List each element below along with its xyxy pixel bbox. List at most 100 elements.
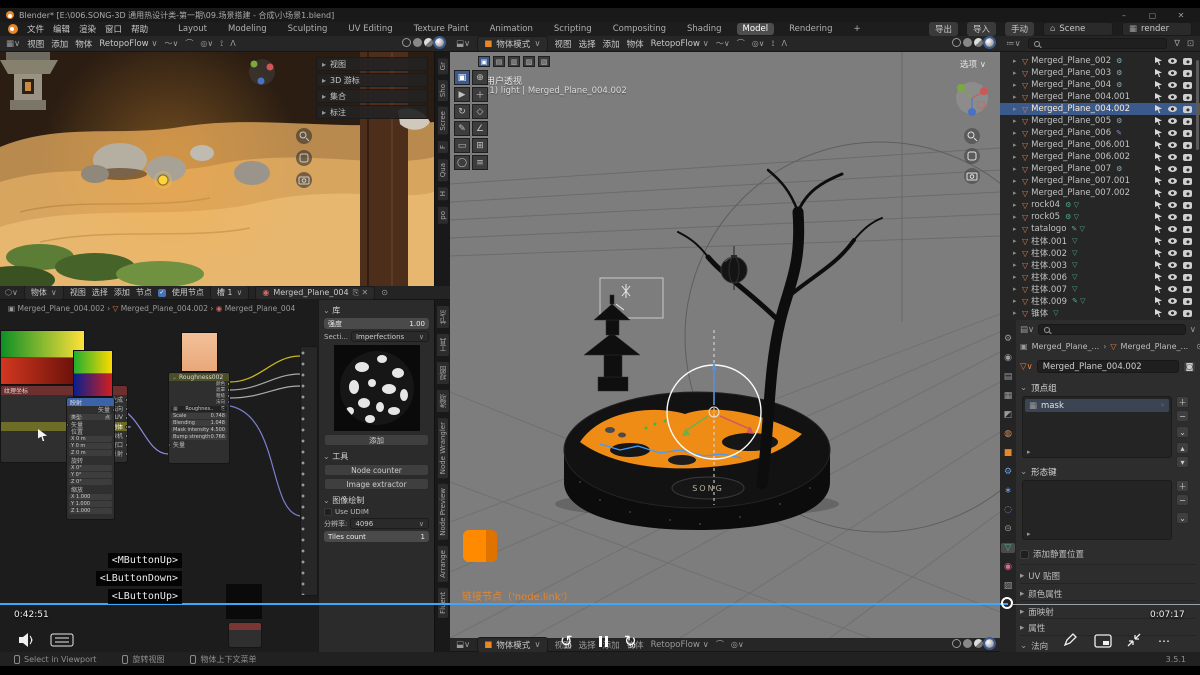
- view-menu[interactable]: 视图: [555, 38, 572, 50]
- workspace-tab-layout[interactable]: Layout: [172, 23, 213, 35]
- workspace-tab-texture-paint[interactable]: Texture Paint: [408, 23, 475, 35]
- outliner-row[interactable]: ▸▽Merged_Plane_006.001: [1000, 139, 1200, 151]
- tab-view-layer[interactable]: ▦: [1001, 391, 1015, 401]
- workspace-tab-scripting[interactable]: Scripting: [548, 23, 598, 35]
- panel-collections[interactable]: ▸集合: [316, 89, 428, 103]
- gizmo-toggle-icon[interactable]: ⟟: [772, 39, 775, 49]
- outliner-row[interactable]: ▸▽柱体.006▽: [1000, 271, 1200, 283]
- vertex-groups-section[interactable]: ⌄顶点组: [1020, 382, 1196, 394]
- image-paint-panel-header[interactable]: ⌄ 图像绘制: [323, 495, 430, 506]
- attributes-section-row[interactable]: ▸属性: [1020, 622, 1196, 634]
- main-3d-viewport[interactable]: SONG: [450, 52, 1000, 638]
- select-menu[interactable]: 选择: [579, 639, 596, 651]
- roughness-group-node[interactable]: ⌄Roughness002 颜色 遮罩 粗糙 法向 ▦Roughnes..⎘ S…: [168, 372, 230, 464]
- volume-icon[interactable]: [18, 632, 36, 648]
- rendered-preview-viewport[interactable]: ▸视图 ▸3D 游标 ▸集合 ▸标注: [0, 52, 434, 286]
- select-icon[interactable]: [1155, 57, 1162, 65]
- menu-edit[interactable]: 编辑: [53, 23, 70, 35]
- menu-window[interactable]: 窗口: [105, 23, 122, 35]
- tab-qua[interactable]: Qua: [438, 159, 448, 181]
- add-menu[interactable]: 添加: [603, 38, 620, 50]
- scene-selector[interactable]: ⌂Scene: [1043, 22, 1113, 36]
- menu-render[interactable]: 渲染: [79, 23, 96, 35]
- tab-scene[interactable]: ◩: [1001, 410, 1015, 420]
- overlay-toggle-icon[interactable]: Λ: [782, 39, 787, 48]
- library-panel-header[interactable]: ⌄ 库: [323, 305, 430, 316]
- tab-f[interactable]: F: [438, 141, 448, 153]
- image-extractor-button[interactable]: Image extractor: [324, 478, 429, 490]
- move-tool[interactable]: ＋: [472, 87, 488, 102]
- list-expand-icon[interactable]: ▸: [1027, 530, 1031, 538]
- snap-magnet-icon[interactable]: ⌒: [185, 38, 193, 49]
- tab-tool[interactable]: 工具: [437, 334, 449, 356]
- annotate-tool[interactable]: ✎: [454, 121, 470, 136]
- imperfection-preview-sphere[interactable]: [334, 345, 420, 431]
- color-attributes-section[interactable]: ▸颜色属性: [1020, 588, 1196, 600]
- outliner-row[interactable]: ▸▽tatalogo✎ ▽: [1000, 223, 1200, 235]
- tab-arrange[interactable]: Arrange: [438, 546, 448, 582]
- rewind-10-button[interactable]: ↺10: [560, 634, 573, 649]
- workspace-tab-modeling[interactable]: Modeling: [222, 23, 273, 35]
- editor-type-icon[interactable]: ⬓∨: [456, 640, 470, 650]
- vg-add-button[interactable]: ＋: [1176, 396, 1189, 408]
- rotate-tool[interactable]: ↻: [454, 104, 470, 119]
- export-button[interactable]: 导出: [929, 22, 958, 36]
- tab-modifiers[interactable]: ⚙: [1001, 467, 1015, 477]
- tab-po[interactable]: po: [438, 207, 448, 224]
- workspace-tab-sculpting[interactable]: Sculpting: [282, 23, 334, 35]
- render-visibility-icon[interactable]: [1183, 58, 1192, 65]
- import-button[interactable]: 导入: [967, 22, 996, 36]
- data-name-field[interactable]: Merged_Plane_004.002: [1037, 360, 1179, 373]
- circle-tool[interactable]: ◯: [454, 155, 470, 170]
- manual-button[interactable]: 手动: [1005, 22, 1034, 36]
- rest-position-checkbox[interactable]: [1020, 550, 1029, 559]
- video-progress-handle[interactable]: [1001, 597, 1013, 609]
- maximize-button[interactable]: ▢: [1139, 11, 1165, 20]
- preview-menu-object[interactable]: 物体: [75, 38, 92, 50]
- pencil-notes-icon[interactable]: [1062, 632, 1078, 648]
- shading-mode-buttons[interactable]: [950, 38, 994, 50]
- pause-button[interactable]: [597, 636, 609, 650]
- shield-icon[interactable]: ◙: [1183, 361, 1196, 373]
- outliner-row[interactable]: ▸▽Merged_Plane_003⚙: [1000, 67, 1200, 79]
- tab-particles[interactable]: ∗: [1001, 486, 1015, 496]
- shading-mode-buttons[interactable]: [400, 38, 444, 50]
- tab-h[interactable]: H: [438, 187, 448, 200]
- object-menu[interactable]: 物体: [627, 38, 644, 50]
- select-new-icon[interactable]: ▣: [478, 56, 490, 67]
- outliner-row[interactable]: ▸▽rock05⚙ ▽: [1000, 211, 1200, 223]
- retopoflow-menu[interactable]: RetopoFlow ∨: [651, 39, 709, 49]
- outliner[interactable]: ▸▽Merged_Plane_002⚙ ▸▽Merged_Plane_003⚙ …: [1000, 52, 1200, 320]
- panel-annotations[interactable]: ▸标注: [316, 105, 428, 119]
- preview-menu-view[interactable]: 视图: [27, 38, 44, 50]
- tab-object[interactable]: ■: [1001, 448, 1015, 458]
- vg-specials-button[interactable]: ⌄: [1176, 426, 1189, 438]
- proportional-edit-icon[interactable]: ◎∨: [200, 39, 213, 48]
- outliner-display-mode-icon[interactable]: ≔∨: [1006, 39, 1021, 49]
- preview-retopoflow-menu[interactable]: RetopoFlow ∨: [99, 39, 157, 49]
- editor-type-icon[interactable]: ⬓∨: [456, 39, 470, 49]
- pip-icon[interactable]: [1094, 634, 1112, 648]
- more-options-icon[interactable]: ⋯: [1158, 634, 1170, 648]
- forward-30-button[interactable]: ↻30: [624, 634, 637, 649]
- tab-tool[interactable]: ⚙: [1001, 334, 1015, 344]
- add-workspace-button[interactable]: +: [847, 23, 866, 35]
- pin-icon[interactable]: ⊙: [1196, 342, 1200, 351]
- select-menu[interactable]: 选择: [579, 38, 596, 50]
- snap-magnet-icon[interactable]: ⌒: [716, 639, 724, 650]
- tab-view[interactable]: 视图: [437, 362, 449, 384]
- tab-node-wrangler[interactable]: Node Wrangler: [438, 418, 448, 478]
- outliner-scrollbar[interactable]: [1196, 60, 1199, 150]
- close-button[interactable]: ✕: [1168, 11, 1194, 20]
- transform-orientation-icon[interactable]: 〜∨: [716, 38, 730, 49]
- outliner-row[interactable]: ▸▽柱体.009✎ ▽: [1000, 295, 1200, 307]
- properties-display-icon[interactable]: ▤∨: [1020, 325, 1034, 335]
- vg-remove-button[interactable]: −: [1176, 410, 1189, 422]
- shape-keys-section[interactable]: ⌄形态键: [1020, 466, 1196, 478]
- outliner-row[interactable]: ▸▽Merged_Plane_007⚙: [1000, 163, 1200, 175]
- extra-tool[interactable]: ≡: [472, 155, 488, 170]
- keyboard-icon[interactable]: [50, 633, 74, 647]
- preview-menu-add[interactable]: 添加: [51, 38, 68, 50]
- outliner-row[interactable]: ▸▽Merged_Plane_004⚙: [1000, 79, 1200, 91]
- tiles-count-field[interactable]: Tiles count1: [324, 531, 429, 542]
